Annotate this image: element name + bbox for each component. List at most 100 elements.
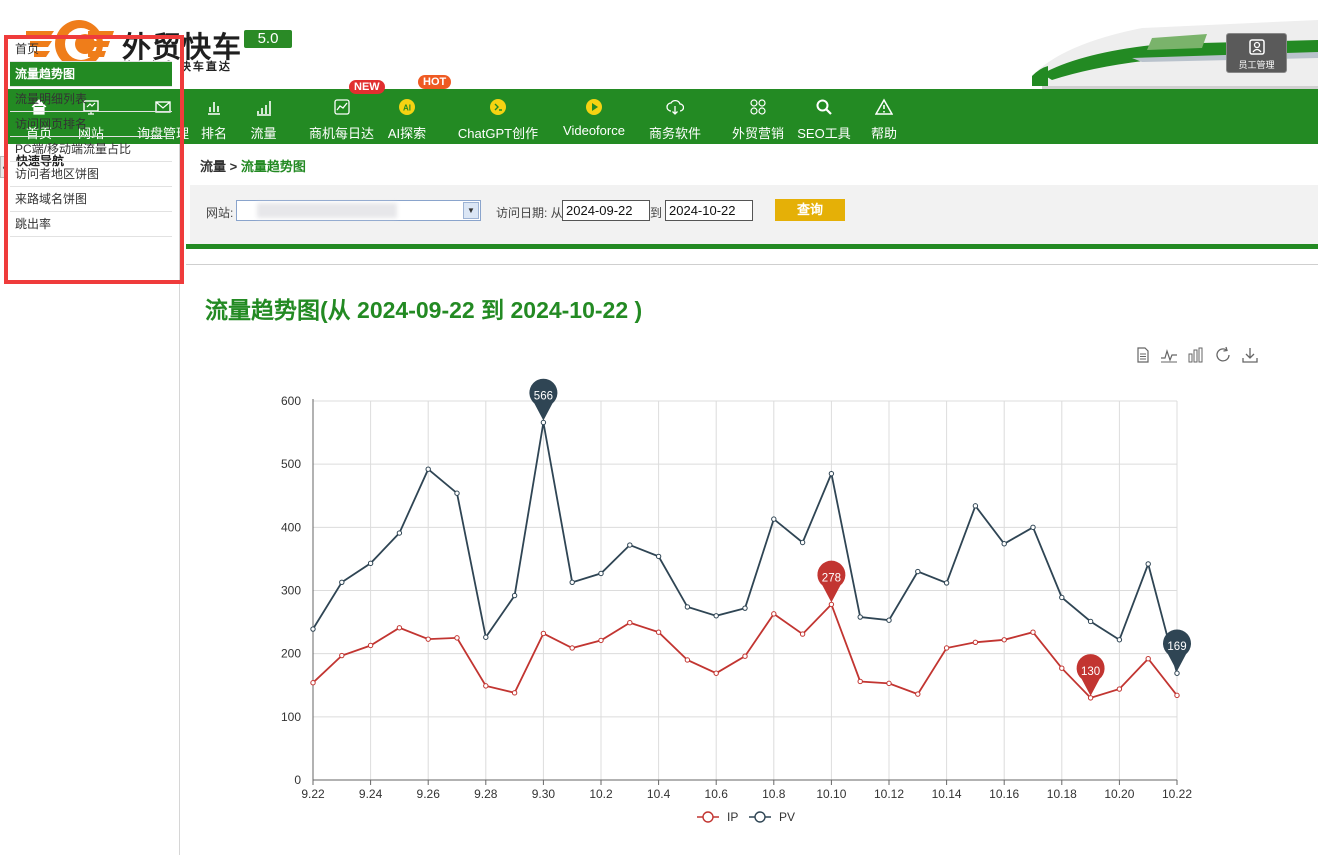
data-point — [367, 560, 374, 567]
data-point — [540, 630, 547, 637]
data-point — [1145, 656, 1151, 662]
section-separator — [186, 264, 1318, 265]
series-line-pv — [312, 422, 1178, 674]
nav-item-10[interactable]: 外贸营销 — [716, 89, 800, 144]
data-point — [943, 580, 950, 586]
data-point — [655, 553, 662, 560]
nav-item-6[interactable]: AI AI探索 — [381, 89, 433, 144]
query-button[interactable]: 查询 — [775, 199, 845, 221]
date-to-input[interactable]: 2024-10-22 — [665, 200, 753, 221]
date-label: 访问日期: 从 — [496, 206, 563, 220]
svg-text:AI: AI — [403, 104, 411, 113]
data-point — [771, 516, 777, 522]
save-image-icon[interactable] — [1241, 346, 1259, 364]
legend-label-pv[interactable]: PV — [779, 810, 795, 824]
nav-item-7[interactable]: ChatGPT创作 — [446, 89, 550, 144]
breadcrumb-parent[interactable]: 流量 — [200, 159, 226, 174]
data-point — [684, 657, 691, 663]
data-point — [339, 652, 345, 659]
nav-item-label: AI探索 — [387, 126, 427, 141]
nav-item-3[interactable]: 排名 — [197, 89, 231, 144]
data-point — [943, 645, 950, 651]
data-point — [425, 636, 431, 642]
x-tick-label: 10.12 — [874, 787, 904, 801]
nav-item-9[interactable]: 商务软件 — [636, 89, 714, 144]
ai-icon: AI — [399, 99, 415, 115]
main-nav: 首页 网站 询盘管理 排名 流量 商机每日达 AI AI探索 ChatGPT创作 Videofor… — [4, 89, 1318, 144]
data-point — [1174, 692, 1180, 699]
data-point — [1030, 524, 1036, 531]
restore-icon[interactable] — [1214, 346, 1232, 364]
sidebar-item-4[interactable]: PC端/移动端流量占比 — [10, 137, 172, 162]
search-icon — [816, 99, 832, 115]
date-from-input[interactable]: 2024-09-22 — [562, 200, 650, 221]
site-select[interactable]: ▼ — [236, 200, 481, 221]
data-point — [972, 503, 979, 509]
sidebar-item-2[interactable]: 流量明细列表 — [10, 87, 172, 112]
max-marker-pin — [1163, 629, 1191, 672]
employee-management-button[interactable]: 员工管理 — [1226, 33, 1287, 73]
x-tick-label: 10.16 — [989, 787, 1019, 801]
data-point — [915, 568, 921, 575]
data-point — [857, 678, 863, 685]
data-point — [598, 570, 604, 577]
sidebar-item-7[interactable]: 跳出率 — [10, 212, 172, 237]
bar-switch-icon[interactable] — [1187, 346, 1205, 364]
legend-label-ip[interactable]: IP — [727, 810, 738, 824]
data-point — [540, 419, 547, 426]
sidebar-item-0[interactable]: 首页 — [10, 37, 172, 62]
chevron-down-icon[interactable]: ▼ — [463, 202, 479, 219]
x-tick-label: 10.22 — [1162, 787, 1192, 801]
grid-icon — [750, 99, 766, 115]
trend-icon — [333, 99, 350, 115]
data-point — [483, 634, 489, 640]
nav-item-12[interactable]: 帮助 — [866, 89, 902, 144]
sidebar-item-3[interactable]: 访问网页排名 — [10, 112, 172, 137]
nav-item-4[interactable]: 流量 — [246, 89, 281, 144]
y-tick-label: 400 — [281, 520, 301, 534]
data-point — [684, 604, 691, 610]
nav-item-8[interactable]: Videoforce — [552, 89, 636, 144]
nav-item-label: 帮助 — [870, 126, 897, 141]
data-view-icon[interactable] — [1134, 346, 1152, 364]
y-tick-label: 200 — [281, 647, 301, 661]
marker-label: 566 — [534, 390, 553, 402]
y-tick-label: 100 — [281, 710, 301, 724]
y-tick-label: 600 — [281, 394, 301, 408]
data-point — [310, 680, 316, 686]
data-point — [310, 626, 316, 632]
data-point — [799, 631, 806, 637]
employee-management-label: 员工管理 — [1238, 60, 1275, 70]
data-point — [396, 530, 403, 536]
data-point — [828, 470, 835, 477]
nav-item-label: SEO工具 — [797, 126, 851, 141]
data-point — [1087, 618, 1094, 625]
sidebar-item-5[interactable]: 访问者地区饼图 — [10, 162, 172, 187]
nav-item-5[interactable]: 商机每日达 — [294, 89, 389, 144]
data-point — [1059, 665, 1065, 671]
x-tick-label: 9.28 — [474, 787, 498, 801]
breadcrumb-current: 流量趋势图 — [240, 159, 306, 174]
data-point — [1174, 670, 1180, 676]
x-tick-label: 10.4 — [647, 787, 671, 801]
sidebar-item-1[interactable]: 流量趋势图 — [10, 62, 172, 87]
x-tick-label: 10.6 — [705, 787, 729, 801]
data-point — [454, 635, 460, 641]
site-value-redacted — [257, 203, 397, 218]
breadcrumb: 流量 > 流量趋势图 — [200, 156, 306, 175]
x-tick-label: 9.22 — [301, 787, 325, 801]
data-point — [569, 579, 575, 585]
nav-item-label: 流量 — [250, 126, 277, 141]
legend-marker — [702, 811, 714, 823]
data-point — [1087, 695, 1094, 701]
data-point — [1116, 686, 1123, 692]
data-point — [972, 639, 979, 645]
breadcrumb-separator: > — [226, 159, 241, 174]
date-to-label: 到 — [650, 206, 663, 220]
sidebar-item-6[interactable]: 来路域名饼图 — [10, 187, 172, 212]
max-marker-pin — [817, 560, 846, 603]
line-switch-icon[interactable] — [1160, 346, 1178, 364]
marker-label: 130 — [1081, 666, 1100, 678]
cloud-download-icon — [666, 99, 684, 115]
nav-item-11[interactable]: SEO工具 — [790, 89, 858, 144]
